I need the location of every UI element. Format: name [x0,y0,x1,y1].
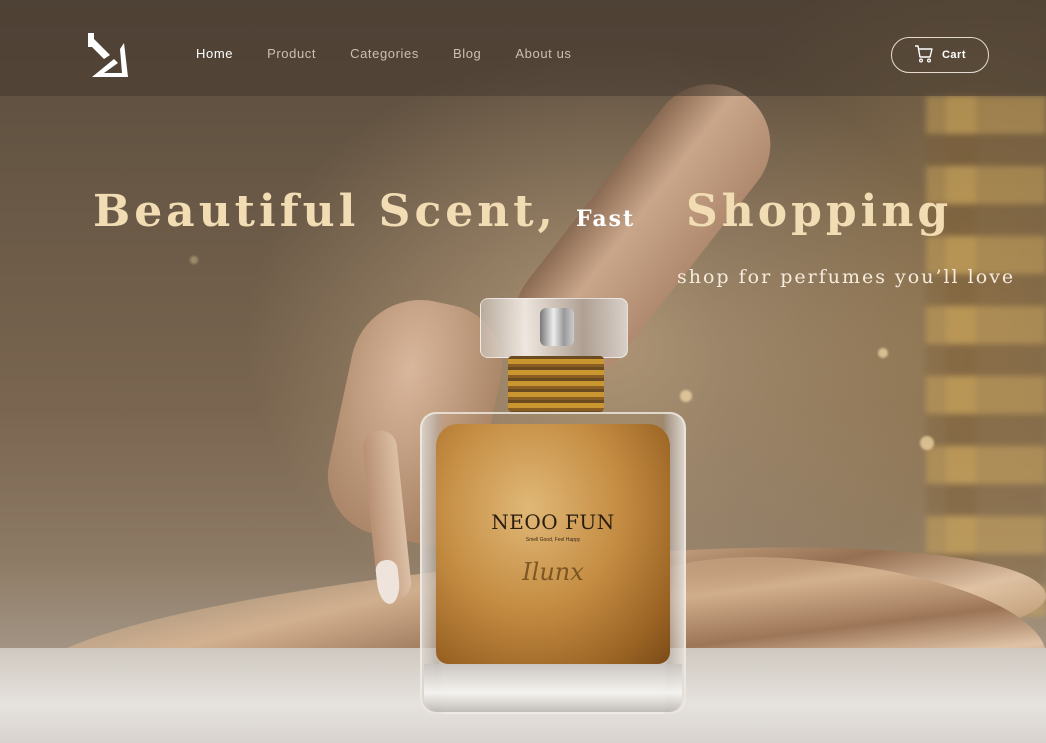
hero-subline: shop for perfumes you’ll love [677,266,1016,288]
top-navbar: Home Product Categories Blog About us Ca… [0,0,1046,96]
nav-product[interactable]: Product [267,46,316,61]
hero-headline-part1: Beautiful Scent, [93,186,557,237]
nav-categories[interactable]: Categories [350,46,419,61]
gold-bokeh-decoration [926,96,1046,616]
cart-label: Cart [941,49,966,61]
bokeh-dot [680,390,692,402]
hero-background: NEOO FUN Smell Good, Feel Happy Ilunx [0,0,1046,743]
bokeh-dot [878,348,888,358]
bokeh-dot [190,256,198,264]
bottle-collar [508,356,604,412]
brand-logo-icon[interactable] [86,29,130,81]
bottle-brand-label: NEOO FUN [491,510,615,534]
bottle-base [424,664,682,712]
bottle-liquid [436,424,670,664]
bottle-nozzle [540,308,574,346]
hero-headline-part2: Shopping [686,186,953,237]
bottle-tagline: Smell Good, Feel Happy [525,537,581,543]
gold-bokeh-decoration [946,96,976,616]
main-nav: Home Product Categories Blog About us [196,46,606,61]
nav-home[interactable]: Home [196,46,233,61]
bottle-script-signature: Ilunx [522,558,584,586]
nav-blog[interactable]: Blog [453,46,481,61]
nav-about-us[interactable]: About us [515,46,571,61]
cart-icon [914,44,934,66]
cart-button[interactable]: Cart [891,37,989,73]
bokeh-dot [920,436,934,450]
hero-headline-fast: Fast [576,206,636,232]
